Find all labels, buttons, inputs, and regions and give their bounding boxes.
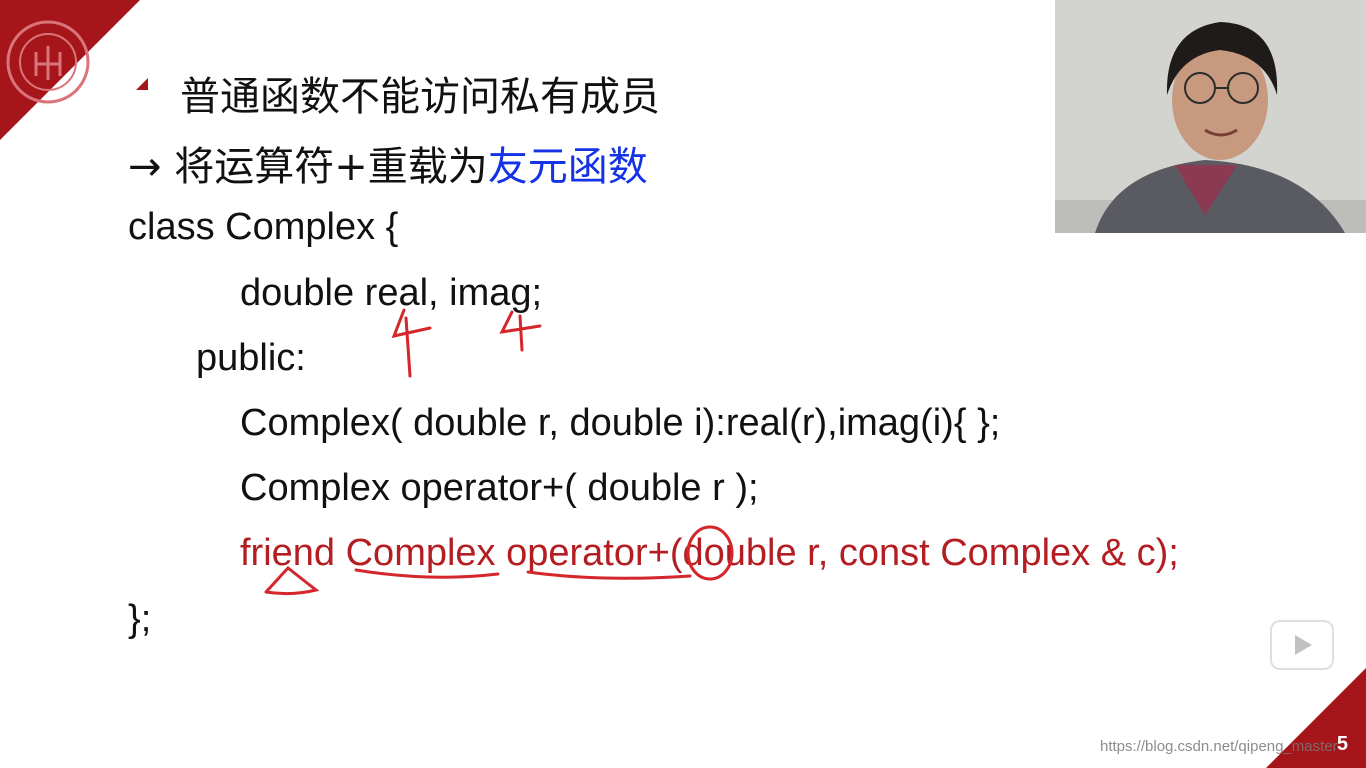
code-line-public: public: [196,337,306,379]
presenter-portrait [1055,0,1366,233]
bullet-text: 普通函数不能访问私有成员 [180,74,660,120]
arrow-text: 将运算符+重载为 [174,144,488,190]
presenter-webcam [1055,0,1366,233]
code-line-operator-member: Complex operator+( double r ); [240,467,759,509]
watermark: https://blog.csdn.net/qipeng_master [1100,738,1338,755]
slide-number: 5 [1336,733,1348,755]
code-line-members: double real, imag; [240,272,543,314]
friend-function-highlight: 友元函数 [487,144,648,190]
arrow-glyph: → [128,144,162,190]
play-button[interactable] [1270,620,1334,670]
slide: 普通函数不能访问私有成员 → 将运算符+重载为友元函数 class Comple… [0,0,1366,768]
code-line-class: class Complex { [128,206,399,248]
arrow-line: → 将运算符+重载为友元函数 [128,134,648,192]
code-line-constructor: Complex( double r, double i):real(r),ima… [240,402,1001,444]
play-icon [1295,635,1312,655]
bullet-marker [136,78,148,90]
code-line-friend-operator: friend Complex operator+(double r, const… [240,532,1179,574]
code-line-close: }; [128,598,152,640]
university-logo [0,0,140,140]
